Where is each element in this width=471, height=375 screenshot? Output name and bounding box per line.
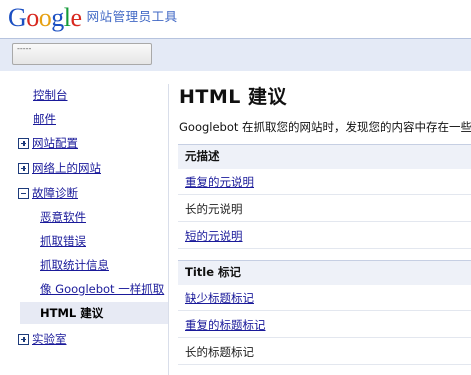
section-heading-title-tag: Title 标记 bbox=[178, 260, 471, 285]
expand-plus-icon[interactable] bbox=[18, 137, 29, 149]
sidebar-divider bbox=[168, 84, 169, 375]
sidebar-item-label: 网络上的网站 bbox=[32, 161, 101, 175]
issue-link[interactable]: 短的元说明 bbox=[185, 229, 243, 243]
sidebar-nav: 控制台 邮件 网站配置 网络上的网站 故障诊断 恶意软件 抓取错误 抓取统计信息… bbox=[0, 80, 168, 375]
page-title: HTML 建议 bbox=[179, 86, 287, 108]
sidebar-item-dashboard[interactable]: 控制台 bbox=[33, 86, 68, 104]
google-logo[interactable]: Google 网站管理员工具 bbox=[8, 2, 178, 32]
sidebar-item-malware[interactable]: 恶意软件 bbox=[40, 208, 86, 226]
table-row[interactable]: 重复的元说明 bbox=[178, 169, 471, 195]
table-row[interactable]: 缺少标题标记 bbox=[178, 285, 471, 311]
sidebar-item-label-active: HTML 建议 bbox=[40, 306, 104, 320]
sidebar-item-fetch-as-googlebot[interactable]: 像 Googlebot 一样抓取 bbox=[40, 280, 164, 298]
google-wordmark: Google bbox=[8, 3, 82, 32]
table-row[interactable]: 短的元说明 bbox=[178, 223, 471, 249]
sidebar-item-crawl-errors[interactable]: 抓取错误 bbox=[40, 232, 86, 250]
issue-label: 长的标题标记 bbox=[185, 345, 254, 359]
sidebar-item-your-site-on-web[interactable]: 网络上的网站 bbox=[18, 159, 101, 177]
issue-link[interactable]: 重复的标题标记 bbox=[185, 318, 266, 332]
expand-plus-icon[interactable] bbox=[18, 333, 29, 345]
sidebar-item-label: 故障诊断 bbox=[32, 186, 78, 200]
sidebar-item-label: 网站配置 bbox=[32, 136, 78, 150]
sidebar-item-labs[interactable]: 实验室 bbox=[18, 330, 67, 348]
section-heading-meta-description: 元描述 bbox=[178, 144, 471, 169]
sidebar-item-site-config[interactable]: 网站配置 bbox=[18, 134, 78, 152]
table-row: 长的元说明 bbox=[178, 196, 471, 222]
header: Google 网站管理员工具 bbox=[0, 0, 471, 40]
collapse-minus-icon[interactable] bbox=[18, 187, 29, 199]
site-selector[interactable]: ----- bbox=[12, 43, 152, 65]
issue-link[interactable]: 重复的元说明 bbox=[185, 175, 254, 189]
expand-plus-icon[interactable] bbox=[18, 162, 29, 174]
sidebar-item-crawl-stats[interactable]: 抓取统计信息 bbox=[40, 256, 109, 274]
sidebar-item-diagnostics[interactable]: 故障诊断 bbox=[18, 184, 78, 202]
sidebar-item-label: 实验室 bbox=[32, 332, 67, 346]
issue-label: 长的元说明 bbox=[185, 202, 243, 216]
issue-link[interactable]: 缺少标题标记 bbox=[185, 291, 254, 305]
sidebar-item-messages[interactable]: 邮件 bbox=[33, 110, 56, 128]
site-bar: ----- bbox=[0, 38, 471, 71]
product-title: 网站管理员工具 bbox=[86, 9, 178, 24]
table-row[interactable]: 重复的标题标记 bbox=[178, 312, 471, 338]
intro-text: Googlebot 在抓取您的网站时，发现您的内容中存在一些问 bbox=[179, 120, 471, 134]
table-row: 长的标题标记 bbox=[178, 339, 471, 365]
